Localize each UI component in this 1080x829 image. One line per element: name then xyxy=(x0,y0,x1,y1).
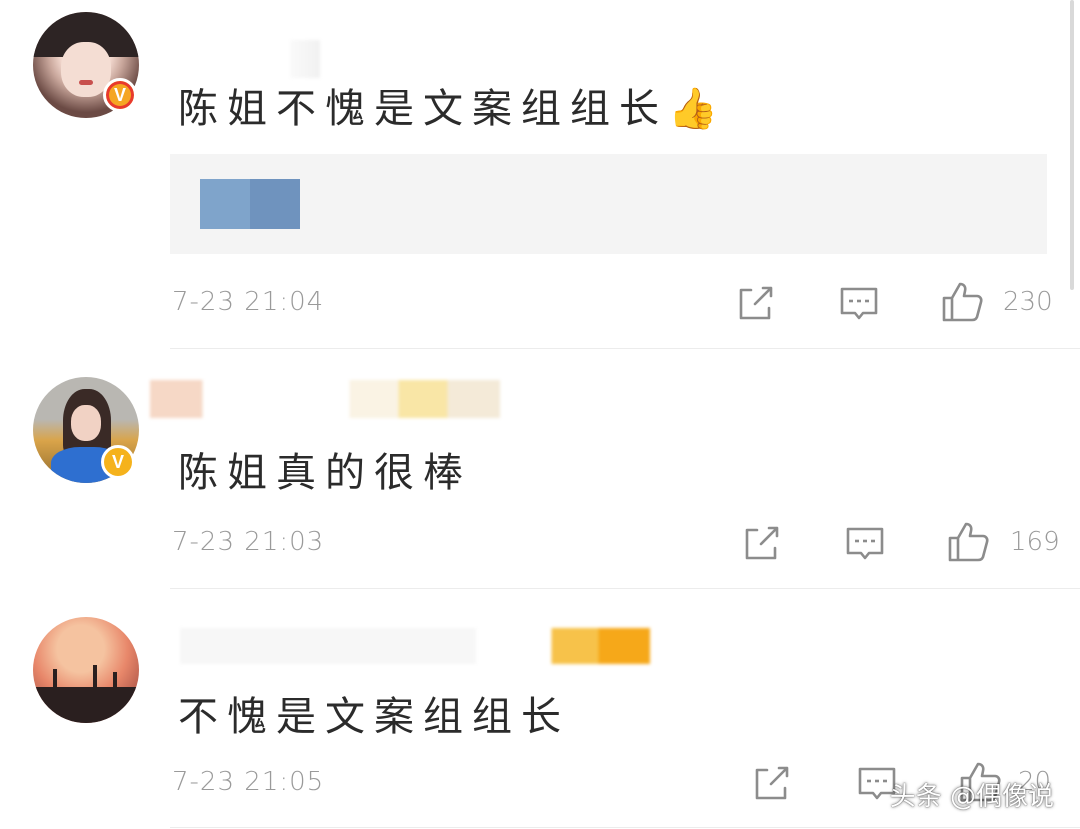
divider xyxy=(170,348,1080,349)
like-count: 230 xyxy=(1003,287,1053,317)
share-icon[interactable] xyxy=(739,522,783,566)
comment-icon[interactable] xyxy=(837,282,881,326)
verified-badge-icon: V xyxy=(101,445,135,479)
thumbs-up-icon[interactable] xyxy=(940,280,984,324)
avatar[interactable]: V xyxy=(33,12,139,118)
comment-icon[interactable] xyxy=(843,522,887,566)
quoted-user-blurred xyxy=(200,179,300,229)
scrollbar[interactable] xyxy=(1070,0,1074,290)
share-icon[interactable] xyxy=(749,762,793,806)
share-icon[interactable] xyxy=(733,282,777,326)
divider xyxy=(170,588,1080,589)
avatar[interactable] xyxy=(33,617,139,723)
comment-time: 7-23 21:03 xyxy=(172,527,325,557)
watermark: 头条 @偶像说 xyxy=(889,782,1054,812)
comment-text: 陈姐真的很棒 xyxy=(178,450,472,496)
verified-badge-icon: V xyxy=(103,78,137,112)
like-count: 169 xyxy=(1010,527,1060,557)
divider xyxy=(170,827,1080,828)
thumbs-up-icon[interactable] xyxy=(946,520,990,564)
avatar-image xyxy=(33,617,139,723)
quoted-reply-box[interactable] xyxy=(170,154,1047,254)
username-blurred[interactable] xyxy=(290,40,320,78)
avatar[interactable]: V xyxy=(33,377,139,483)
comment-text: 不愧是文案组组长 xyxy=(178,694,570,740)
username-blurred[interactable] xyxy=(180,628,650,664)
username-blurred[interactable] xyxy=(150,380,500,418)
comment-text: 陈姐不愧是文案组组长👍 xyxy=(178,86,727,132)
comment-time: 7-23 21:04 xyxy=(172,287,325,317)
comment-time: 7-23 21:05 xyxy=(172,767,325,797)
